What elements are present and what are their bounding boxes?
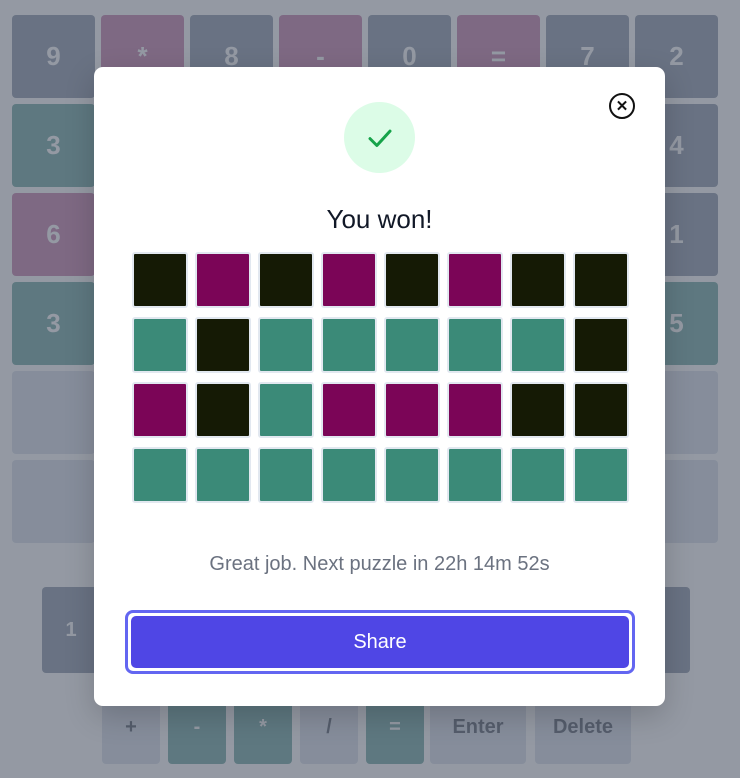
result-cell bbox=[447, 252, 503, 308]
next-puzzle-text: Great job. Next puzzle in 22h 14m 52s bbox=[209, 553, 550, 575]
result-cell bbox=[132, 382, 188, 438]
result-cell bbox=[384, 447, 440, 503]
result-cell bbox=[321, 382, 377, 438]
result-cell bbox=[195, 447, 251, 503]
result-cell bbox=[321, 447, 377, 503]
result-cell bbox=[195, 317, 251, 373]
result-cell bbox=[384, 317, 440, 373]
result-cell bbox=[195, 252, 251, 308]
share-button[interactable]: Share bbox=[125, 610, 635, 674]
result-cell bbox=[384, 382, 440, 438]
result-cell bbox=[510, 252, 566, 308]
result-cell bbox=[258, 317, 314, 373]
success-badge bbox=[344, 102, 415, 173]
result-cell bbox=[447, 382, 503, 438]
result-cell bbox=[132, 252, 188, 308]
result-cell bbox=[321, 252, 377, 308]
result-cell bbox=[510, 447, 566, 503]
result-cell bbox=[132, 317, 188, 373]
result-cell bbox=[321, 317, 377, 373]
result-cell bbox=[132, 447, 188, 503]
result-cell bbox=[573, 252, 629, 308]
result-cell bbox=[384, 252, 440, 308]
check-icon bbox=[368, 129, 391, 147]
result-cell bbox=[510, 382, 566, 438]
result-cell bbox=[258, 382, 314, 438]
result-cell bbox=[573, 317, 629, 373]
result-cell bbox=[258, 252, 314, 308]
result-grid bbox=[132, 252, 629, 503]
result-cell bbox=[195, 382, 251, 438]
result-cell bbox=[573, 382, 629, 438]
result-cell bbox=[447, 317, 503, 373]
result-cell bbox=[258, 447, 314, 503]
result-cell bbox=[510, 317, 566, 373]
modal-title: You won! bbox=[326, 204, 433, 234]
close-icon[interactable]: ✕ bbox=[609, 93, 635, 119]
result-cell bbox=[573, 447, 629, 503]
result-cell bbox=[447, 447, 503, 503]
share-button-label: Share bbox=[131, 616, 629, 668]
